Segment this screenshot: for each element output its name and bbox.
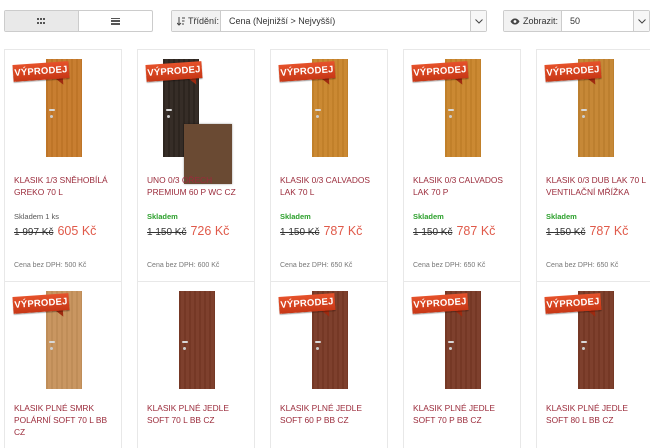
- product-card[interactable]: VÝPRODEJ KLASIK PLNÉ SMRK POLÁRNÍ SOFT 70…: [4, 281, 122, 448]
- grid-view-button[interactable]: [5, 11, 79, 31]
- list-icon: [111, 17, 120, 25]
- product-card[interactable]: KLASIK PLNÉ JEDLE SOFT 70 L BB CZSkladem: [137, 281, 255, 448]
- product-name[interactable]: KLASIK 0/3 DUB LAK 70 L ventilační mřížk…: [546, 174, 650, 198]
- show-label: Zobrazit:: [504, 11, 562, 31]
- net-price: Cena bez DPH: 650 Kč: [546, 262, 619, 269]
- stock-status: Skladem: [413, 212, 444, 221]
- sale-badge: VÝPRODEJ: [544, 293, 602, 319]
- net-price: Cena bez DPH: 650 Kč: [280, 262, 353, 269]
- price-line: 1 150 Kč 787 Kč: [413, 224, 495, 238]
- sale-price: 726 Kč: [190, 224, 230, 238]
- sale-badge: VÝPRODEJ: [278, 293, 336, 319]
- product-grid: VÝPRODEJ KLASIK 1/3 SNĚHOBÍLÁ GREKO 70 L S…: [4, 49, 650, 448]
- sale-price: 787 Kč: [323, 224, 363, 238]
- product-card[interactable]: VÝPRODEJ KLASIK 0/3 CALVADOS LAK 70 P Skla…: [403, 49, 521, 281]
- product-name[interactable]: KLASIK 1/3 SNĚHOBÍLÁ GREKO 70 L: [14, 174, 120, 198]
- product-card[interactable]: VÝPRODEJ KLASIK 0/3 CALVADOS LAK 70 L Skla…: [270, 49, 388, 281]
- product-name[interactable]: KLASIK PLNÉ JEDLE SOFT 70 P BB CZ: [413, 402, 519, 426]
- net-price: Cena bez DPH: 500 Kč: [14, 262, 87, 269]
- product-card[interactable]: VÝPRODEJ KLASIK PLNÉ JEDLE SOFT 80 L BB C…: [536, 281, 650, 448]
- stock-status: Skladem: [280, 212, 311, 221]
- old-price: 1 150 Kč: [280, 227, 320, 238]
- show-control: Zobrazit: 50: [503, 10, 650, 32]
- grid-icon: [37, 17, 46, 25]
- show-select[interactable]: 50: [562, 11, 649, 31]
- toolbar: Třídění: Cena (Nejnižší > Nejvyšší) Zobr…: [0, 10, 650, 34]
- sale-badge: VÝPRODEJ: [411, 293, 469, 319]
- product-name[interactable]: UNO 0/3 OŘECH PREMIUM 60 P WC CZ: [147, 174, 253, 198]
- chevron-down-icon: [474, 18, 483, 24]
- sale-badge: VÝPRODEJ: [278, 61, 336, 87]
- old-price: 1 150 Kč: [546, 227, 586, 238]
- sort-icon: [177, 16, 185, 26]
- sale-price: 787 Kč: [589, 224, 629, 238]
- product-card[interactable]: VÝPRODEJ KLASIK PLNÉ JEDLE SOFT 70 P BB C…: [403, 281, 521, 448]
- net-price: Cena bez DPH: 650 Kč: [413, 262, 486, 269]
- sale-badge: VÝPRODEJ: [12, 293, 70, 319]
- sale-badge: VÝPRODEJ: [544, 61, 602, 87]
- product-card[interactable]: VÝPRODEJ UNO 0/3 OŘECH PREMIUM 60 P WC CZ…: [137, 49, 255, 281]
- chevron-down-icon: [637, 18, 646, 24]
- sort-dropdown-button[interactable]: [470, 11, 486, 31]
- view-toggle: [4, 10, 153, 32]
- product-name[interactable]: KLASIK PLNÉ JEDLE SOFT 80 L BB CZ: [546, 402, 650, 426]
- show-label-text: Zobrazit:: [523, 16, 559, 26]
- old-price: 1 997 Kč: [14, 227, 54, 238]
- eye-icon: [510, 18, 520, 24]
- price-line: 1 997 Kč 605 Kč: [14, 224, 96, 238]
- show-dropdown-button[interactable]: [633, 11, 649, 31]
- old-price: 1 150 Kč: [147, 227, 187, 238]
- product-card[interactable]: VÝPRODEJ KLASIK 0/3 DUB LAK 70 L ventilač…: [536, 49, 650, 281]
- net-price: Cena bez DPH: 600 Kč: [147, 262, 220, 269]
- sort-select[interactable]: Cena (Nejnižší > Nejvyšší): [221, 11, 486, 31]
- sort-control: Třídění: Cena (Nejnižší > Nejvyšší): [171, 10, 487, 32]
- sale-price: 605 Kč: [57, 224, 97, 238]
- price-line: 1 150 Kč 787 Kč: [280, 224, 362, 238]
- list-view-button[interactable]: [79, 11, 152, 31]
- sale-badge: VÝPRODEJ: [145, 61, 203, 87]
- product-name[interactable]: KLASIK 0/3 CALVADOS LAK 70 L: [280, 174, 386, 198]
- stock-status: Skladem: [147, 212, 178, 221]
- product-name[interactable]: KLASIK PLNÉ JEDLE SOFT 60 P BB CZ: [280, 402, 386, 426]
- show-select-value: 50: [570, 16, 581, 26]
- product-card[interactable]: VÝPRODEJ KLASIK PLNÉ JEDLE SOFT 60 P BB C…: [270, 281, 388, 448]
- product-image[interactable]: [179, 291, 215, 389]
- sort-select-value: Cena (Nejnižší > Nejvyšší): [229, 16, 336, 26]
- sort-label-text: Třídění:: [188, 16, 220, 26]
- product-name[interactable]: KLASIK PLNÉ SMRK POLÁRNÍ SOFT 70 L BB CZ: [14, 402, 120, 438]
- price-line: 1 150 Kč 726 Kč: [147, 224, 229, 238]
- sale-price: 787 Kč: [456, 224, 496, 238]
- product-card[interactable]: VÝPRODEJ KLASIK 1/3 SNĚHOBÍLÁ GREKO 70 L S…: [4, 49, 122, 281]
- stock-status: Skladem: [546, 212, 577, 221]
- product-name[interactable]: KLASIK 0/3 CALVADOS LAK 70 P: [413, 174, 519, 198]
- stock-status: Skladem 1 ks: [14, 212, 60, 221]
- sort-label: Třídění:: [172, 11, 221, 31]
- sale-badge: VÝPRODEJ: [411, 61, 469, 87]
- price-line: 1 150 Kč 787 Kč: [546, 224, 628, 238]
- old-price: 1 150 Kč: [413, 227, 453, 238]
- sale-badge: VÝPRODEJ: [12, 61, 70, 87]
- product-name[interactable]: KLASIK PLNÉ JEDLE SOFT 70 L BB CZ: [147, 402, 253, 426]
